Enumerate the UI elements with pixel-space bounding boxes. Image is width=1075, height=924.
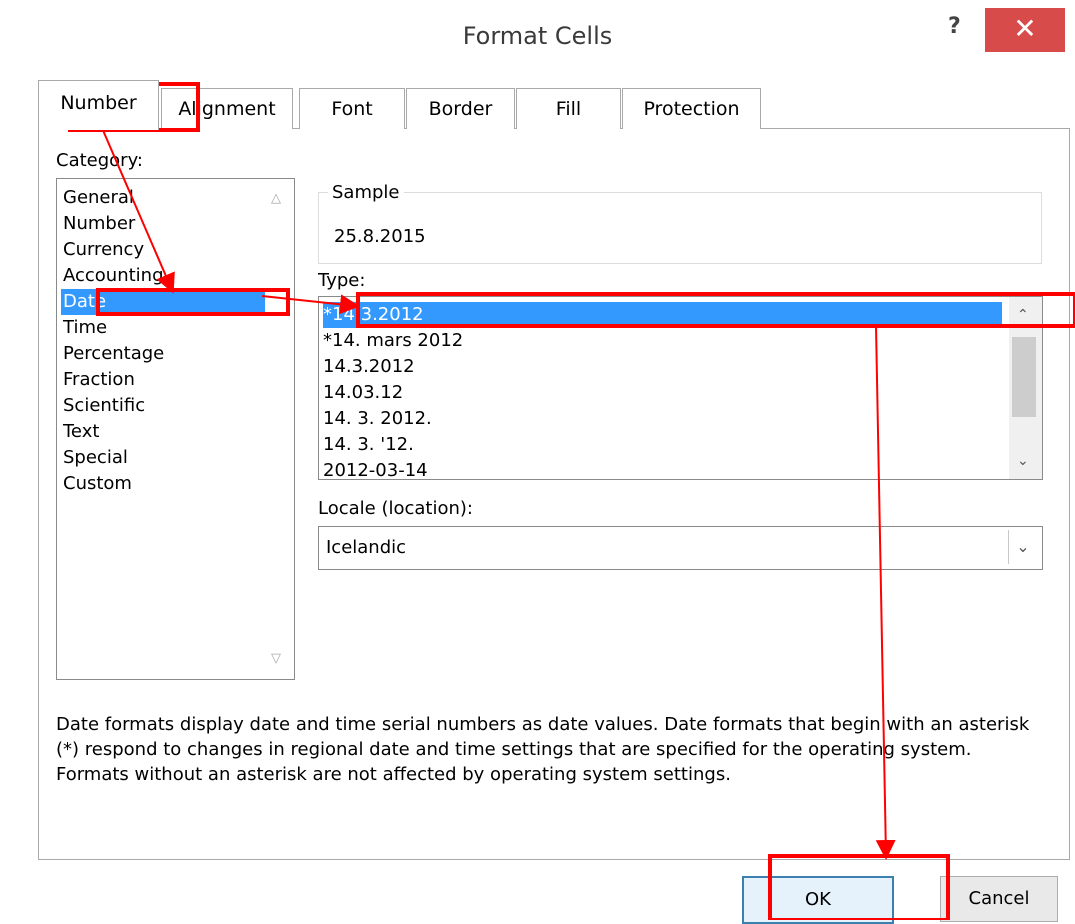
category-label: Category:	[56, 150, 143, 171]
sample-label: Sample	[328, 182, 404, 203]
close-button[interactable]: ✕	[985, 8, 1065, 52]
type-item[interactable]: 14. 3. '12.	[323, 432, 1002, 458]
chevron-down-icon[interactable]: ⌄	[1008, 530, 1037, 564]
scroll-down-icon[interactable]: ⌄	[1017, 453, 1029, 469]
category-item-currency[interactable]: Currency	[61, 237, 265, 263]
category-item-number[interactable]: Number	[61, 211, 265, 237]
scroll-down-icon[interactable]: ▽	[271, 651, 281, 666]
scroll-up-icon[interactable]: ⌃	[1017, 307, 1029, 323]
tab-font[interactable]: Font	[299, 88, 405, 129]
sample-group	[318, 192, 1042, 264]
category-description: Date formats display date and time seria…	[56, 714, 1030, 785]
tab-protection[interactable]: Protection	[622, 88, 761, 129]
category-item-date[interactable]: Date	[61, 289, 265, 315]
category-item-text[interactable]: Text	[61, 419, 265, 445]
category-list[interactable]: General Number Currency Accounting Date …	[56, 178, 295, 680]
ok-button[interactable]: OK	[742, 876, 894, 924]
help-button[interactable]: ?	[948, 14, 961, 39]
dialog-title: Format Cells	[462, 22, 613, 50]
tab-border[interactable]: Border	[406, 88, 515, 129]
category-item-special[interactable]: Special	[61, 445, 265, 471]
type-list[interactable]: *14.3.2012 *14. mars 2012 14.3.2012 14.0…	[318, 296, 1043, 480]
type-item[interactable]: *14. mars 2012	[323, 328, 1002, 354]
type-item[interactable]: 14.3.2012	[323, 354, 1002, 380]
type-item[interactable]: *14.3.2012	[323, 302, 1002, 328]
sample-value: 25.8.2015	[334, 226, 426, 247]
type-scrollbar[interactable]: ⌃ ⌄	[1009, 297, 1042, 479]
type-item[interactable]: 2012-03-14	[323, 458, 1002, 479]
category-item-percentage[interactable]: Percentage	[61, 341, 265, 367]
scrollbar-thumb[interactable]	[1012, 337, 1036, 417]
category-item-custom[interactable]: Custom	[61, 471, 265, 497]
category-item-fraction[interactable]: Fraction	[61, 367, 265, 393]
tab-number[interactable]: Number	[38, 80, 159, 130]
locale-label: Locale (location):	[318, 498, 473, 519]
type-item[interactable]: 14.03.12	[323, 380, 1002, 406]
category-item-time[interactable]: Time	[61, 315, 265, 341]
locale-value: Icelandic	[326, 537, 407, 558]
cancel-button[interactable]: Cancel	[940, 876, 1058, 922]
type-label: Type:	[318, 270, 366, 291]
scroll-up-icon[interactable]: △	[271, 191, 281, 206]
category-item-scientific[interactable]: Scientific	[61, 393, 265, 419]
category-item-general[interactable]: General	[61, 185, 265, 211]
type-item[interactable]: 14. 3. 2012.	[323, 406, 1002, 432]
category-item-accounting[interactable]: Accounting	[61, 263, 265, 289]
tab-fill[interactable]: Fill	[516, 88, 621, 129]
locale-dropdown[interactable]	[318, 526, 1043, 570]
tab-alignment[interactable]: Alignment	[161, 88, 293, 129]
